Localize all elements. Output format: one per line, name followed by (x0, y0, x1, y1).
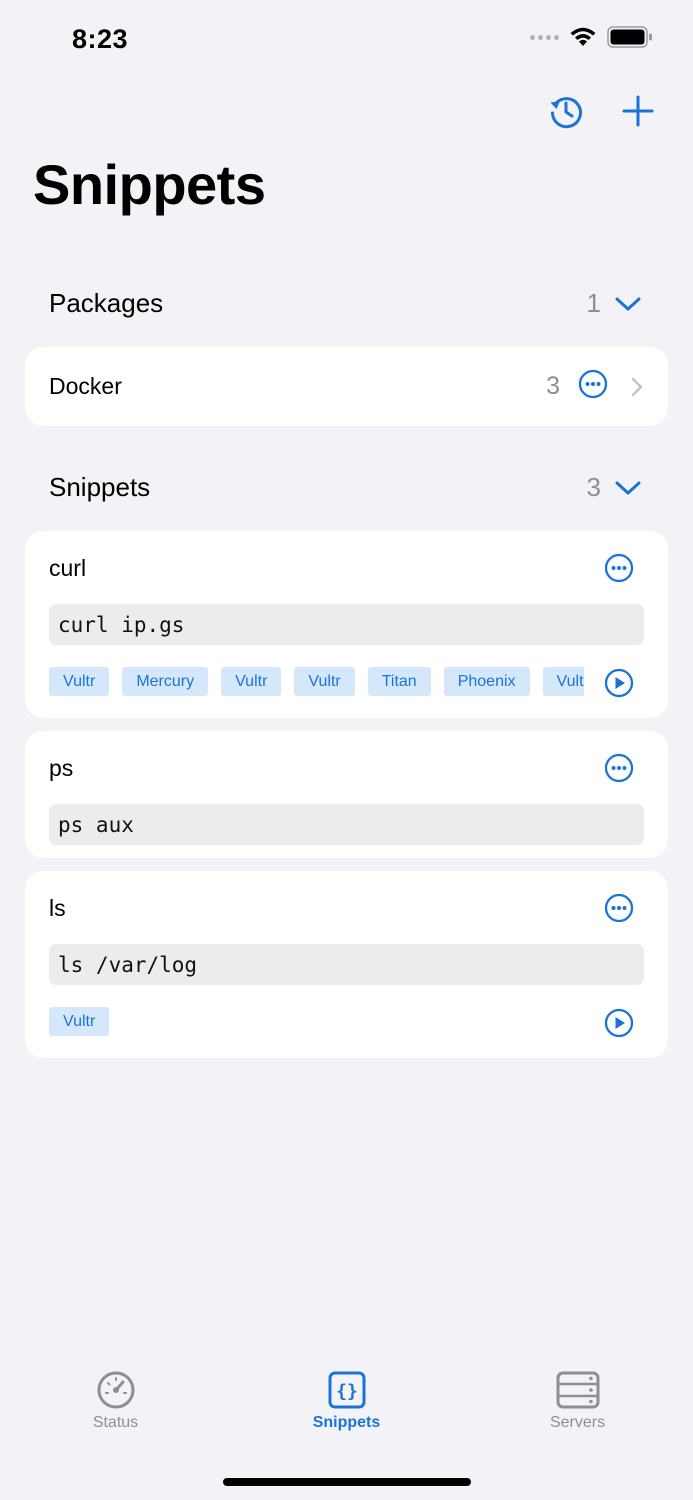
packages-collapse-toggle[interactable]: 1 (587, 288, 641, 319)
snippets-section-header: Snippets 3 (49, 472, 641, 503)
snippet-card-curl[interactable]: curl curl ip.gs Vultr Mercury Vultr Vult… (25, 531, 668, 718)
status-bar: 8:23 (0, 0, 693, 80)
status-indicators (530, 26, 653, 48)
package-snippet-count: 3 (546, 372, 560, 400)
wifi-icon (570, 27, 596, 46)
package-more-button[interactable] (578, 369, 608, 404)
snippet-command: curl ip.gs (49, 604, 644, 645)
tab-label: Servers (549, 1414, 606, 1431)
tab-bar: Status {} Snippets Servers (0, 1370, 693, 1450)
tab-label: Status (92, 1414, 139, 1431)
nav-actions (547, 92, 657, 130)
ellipsis-circle-icon (578, 369, 608, 399)
server-tag[interactable]: Titan (367, 667, 431, 696)
packages-section-header: Packages 1 (49, 288, 641, 319)
server-tag[interactable]: Vultr (49, 667, 110, 696)
snippets-section-label: Snippets (49, 472, 151, 502)
snippets-screen: 8:23 Snippets Packages 1 Docker 3 Snippe… (0, 0, 693, 1500)
svg-text:{}: {} (336, 1381, 358, 1402)
snippet-server-tags: Vultr Mercury Vultr Vultr Titan Phoenix … (49, 667, 584, 696)
snippet-name: curl (49, 555, 87, 581)
chevron-down-icon (615, 297, 641, 310)
snippet-more-button[interactable] (604, 553, 634, 588)
server-tag[interactable]: Mercury (122, 667, 209, 696)
page-title: Snippets (33, 153, 266, 216)
history-icon (550, 97, 582, 129)
server-rack-icon (556, 1371, 599, 1409)
braces-icon: {} (328, 1371, 365, 1409)
snippet-command: ls /var/log (49, 944, 644, 985)
run-snippet-button[interactable] (604, 1008, 634, 1043)
snippet-card-ps[interactable]: ps ps aux (25, 731, 668, 858)
server-tag[interactable]: Vultr (221, 667, 282, 696)
server-tag[interactable]: Vultr (542, 667, 584, 696)
server-tag[interactable]: Vultr (294, 667, 355, 696)
chevron-down-icon (615, 481, 641, 494)
tab-label: Snippets (312, 1414, 381, 1431)
snippets-count: 3 (586, 472, 601, 502)
ellipsis-circle-icon (604, 753, 634, 783)
plus-icon (622, 95, 654, 127)
chevron-right-icon (631, 377, 643, 396)
snippet-name: ps (49, 755, 74, 781)
play-circle-icon (604, 1008, 634, 1038)
package-name: Docker (49, 373, 122, 399)
snippet-more-button[interactable] (604, 893, 634, 928)
history-button[interactable] (547, 92, 585, 130)
tab-servers[interactable]: Servers (462, 1370, 693, 1450)
status-time: 8:23 (72, 24, 129, 54)
cellular-signal-icon (530, 34, 559, 40)
ellipsis-circle-icon (604, 553, 634, 583)
snippet-card-ls[interactable]: ls ls /var/log Vultr (25, 871, 668, 1058)
snippet-command: ps aux (49, 804, 644, 845)
packages-count: 1 (586, 288, 601, 318)
run-snippet-button[interactable] (604, 668, 634, 703)
tab-snippets[interactable]: {} Snippets (231, 1370, 462, 1450)
package-card-docker[interactable]: Docker 3 (25, 347, 668, 426)
tab-status[interactable]: Status (0, 1370, 231, 1450)
snippet-more-button[interactable] (604, 753, 634, 788)
snippet-server-tags: Vultr (49, 1007, 584, 1036)
battery-icon (607, 26, 652, 48)
ellipsis-circle-icon (604, 893, 634, 923)
gauge-icon (97, 1371, 134, 1409)
add-snippet-button[interactable] (619, 92, 657, 130)
snippets-collapse-toggle[interactable]: 3 (587, 472, 641, 503)
packages-section-label: Packages (49, 288, 164, 318)
snippet-name: ls (49, 895, 66, 921)
server-tag[interactable]: Phoenix (443, 667, 530, 696)
server-tag[interactable]: Vultr (49, 1007, 110, 1036)
play-circle-icon (604, 668, 634, 698)
home-indicator (223, 1478, 471, 1486)
